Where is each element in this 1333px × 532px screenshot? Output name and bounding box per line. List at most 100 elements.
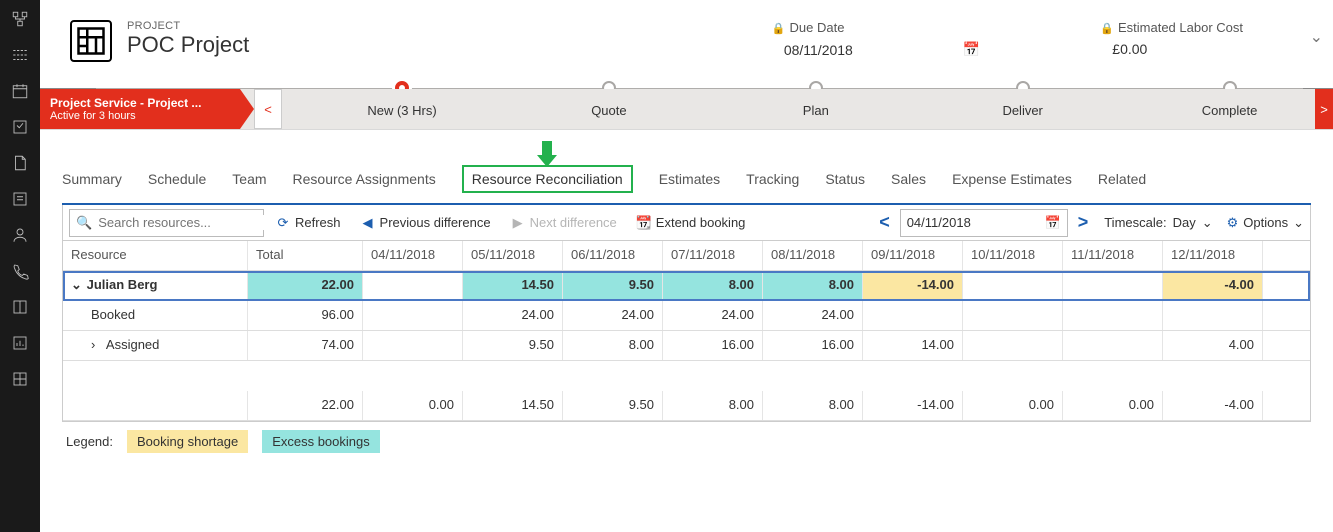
app-sidebar — [0, 0, 40, 532]
tab-related[interactable]: Related — [1098, 171, 1146, 187]
cell — [863, 301, 963, 330]
project-title: POC Project — [127, 32, 249, 58]
col-date[interactable]: 09/11/2018 — [863, 241, 963, 270]
tab-team[interactable]: Team — [232, 171, 266, 187]
col-date[interactable]: 12/11/2018 — [1163, 241, 1263, 270]
chevron-down-icon: ⌄ — [1202, 215, 1213, 231]
col-date[interactable]: 05/11/2018 — [463, 241, 563, 270]
legend-label: Legend: — [66, 434, 113, 449]
stage-next-button[interactable]: > — [1315, 89, 1333, 129]
tab-resource-assignments[interactable]: Resource Assignments — [293, 171, 436, 187]
gear-icon: ⚙ — [1227, 215, 1239, 231]
tab-summary[interactable]: Summary — [62, 171, 122, 187]
refresh-button[interactable]: ⟳Refresh — [268, 205, 349, 240]
tab-expense[interactable]: Expense Estimates — [952, 171, 1072, 187]
sidebar-sitemap-icon[interactable] — [11, 10, 29, 28]
date-next-button[interactable]: > — [1078, 212, 1089, 233]
sidebar-grid-icon[interactable] — [11, 370, 29, 388]
cell — [363, 271, 463, 300]
options-button[interactable]: ⚙ Options ⌄ — [1227, 215, 1304, 231]
booked-row[interactable]: Booked 96.00 24.00 24.00 24.00 24.00 — [63, 301, 1310, 331]
col-date[interactable]: 08/11/2018 — [763, 241, 863, 270]
labor-cost-field: 🔒Estimated Labor Cost £0.00 — [1100, 20, 1243, 58]
sidebar-panel-icon[interactable] — [11, 298, 29, 316]
sidebar-document-icon[interactable] — [11, 154, 29, 172]
search-input[interactable] — [98, 215, 274, 230]
cell: 0.00 — [1063, 391, 1163, 420]
lock-icon: 🔒 — [772, 23, 786, 35]
tab-resource-reconciliation[interactable]: Resource Reconciliation — [462, 165, 633, 193]
col-date[interactable]: 06/11/2018 — [563, 241, 663, 270]
cell-shortage: -4.00 — [1163, 271, 1263, 300]
extend-booking-button[interactable]: 📆Extend booking — [629, 205, 754, 240]
calendar-icon[interactable]: 📅 — [963, 41, 980, 58]
timescale-dropdown[interactable]: Timescale: Day ⌄ — [1104, 215, 1212, 231]
date-prev-button[interactable]: < — [879, 212, 890, 233]
col-resource[interactable]: Resource — [63, 241, 248, 270]
cell: 24.00 — [763, 301, 863, 330]
header-expand-chevron[interactable]: ⌄ — [1310, 27, 1323, 47]
main-content: PROJECT POC Project 🔒 Due Date 08/11/2018… — [40, 0, 1333, 532]
cell: 8.00 — [663, 391, 763, 420]
tab-estimates[interactable]: Estimates — [659, 171, 720, 187]
sidebar-phone-icon[interactable] — [11, 262, 29, 280]
sidebar-report-icon[interactable] — [11, 334, 29, 352]
stage-name-deliver[interactable]: Deliver — [1002, 103, 1042, 118]
cell: 16.00 — [663, 331, 763, 360]
due-date-label: Due Date — [790, 20, 845, 35]
cell: 0.00 — [363, 391, 463, 420]
resource-row-julian[interactable]: ⌄ Julian Berg 22.00 14.50 9.50 8.00 8.00… — [63, 271, 1310, 301]
col-date[interactable]: 10/11/2018 — [963, 241, 1063, 270]
tab-schedule[interactable]: Schedule — [148, 171, 206, 187]
col-date[interactable]: 07/11/2018 — [663, 241, 763, 270]
due-date-field: 🔒Due Date 08/11/2018 📅 — [772, 20, 980, 58]
grid-toolbar: 🔍 ⟳Refresh ◀Previous difference ▶Next di… — [62, 205, 1311, 241]
tab-tracking[interactable]: Tracking — [746, 171, 799, 187]
booked-label: Booked — [63, 301, 248, 330]
stage-name-complete[interactable]: Complete — [1202, 103, 1258, 118]
expand-caret-icon[interactable]: › — [91, 337, 103, 352]
sidebar-tasks-icon[interactable] — [11, 118, 29, 136]
legend-excess: Excess bookings — [262, 430, 380, 453]
cell: 0.00 — [963, 391, 1063, 420]
cell — [1063, 331, 1163, 360]
col-date[interactable]: 04/11/2018 — [363, 241, 463, 270]
cell: 9.50 — [563, 391, 663, 420]
cell — [363, 331, 463, 360]
date-value: 04/11/2018 — [907, 215, 971, 230]
search-box[interactable]: 🔍 — [69, 209, 264, 237]
stage-name-plan[interactable]: Plan — [803, 103, 829, 118]
stage-name-quote[interactable]: Quote — [591, 103, 626, 118]
cell: 16.00 — [763, 331, 863, 360]
cell-shortage: -14.00 — [863, 271, 963, 300]
assigned-label-cell[interactable]: › Assigned — [63, 331, 248, 360]
cell: 9.50 — [563, 271, 663, 300]
entity-label: PROJECT — [127, 20, 249, 32]
tab-sales[interactable]: Sales — [891, 171, 926, 187]
expand-caret-icon[interactable]: ⌄ — [71, 277, 83, 293]
resource-name-cell[interactable]: ⌄ Julian Berg — [63, 271, 248, 300]
cell: 9.50 — [463, 331, 563, 360]
prev-diff-button[interactable]: ◀Previous difference — [353, 205, 499, 240]
cell: 8.00 — [763, 391, 863, 420]
sidebar-person-icon[interactable] — [11, 226, 29, 244]
cell: 14.50 — [463, 271, 563, 300]
col-date[interactable]: 11/11/2018 — [1063, 241, 1163, 270]
stage-name-new[interactable]: New (3 Hrs) — [367, 103, 436, 118]
prev-arrow-icon: ◀ — [361, 216, 375, 230]
cell: 22.00 — [248, 271, 363, 300]
legend: Legend: Booking shortage Excess bookings — [62, 422, 1311, 461]
grid-header-row: Resource Total 04/11/2018 05/11/2018 06/… — [63, 241, 1310, 271]
cell — [1163, 301, 1263, 330]
tab-status[interactable]: Status — [825, 171, 865, 187]
highlight-arrow-icon — [532, 139, 562, 169]
sidebar-calendar-icon[interactable] — [11, 82, 29, 100]
sidebar-dashboard-icon[interactable] — [11, 46, 29, 64]
date-picker[interactable]: 04/11/2018 📅 — [900, 209, 1068, 237]
cell: 14.00 — [863, 331, 963, 360]
tab-rr-label: Resource Reconciliation — [472, 171, 623, 187]
sidebar-note-icon[interactable] — [11, 190, 29, 208]
refresh-icon: ⟳ — [276, 216, 290, 230]
col-total[interactable]: Total — [248, 241, 363, 270]
assigned-row[interactable]: › Assigned 74.00 9.50 8.00 16.00 16.00 1… — [63, 331, 1310, 361]
